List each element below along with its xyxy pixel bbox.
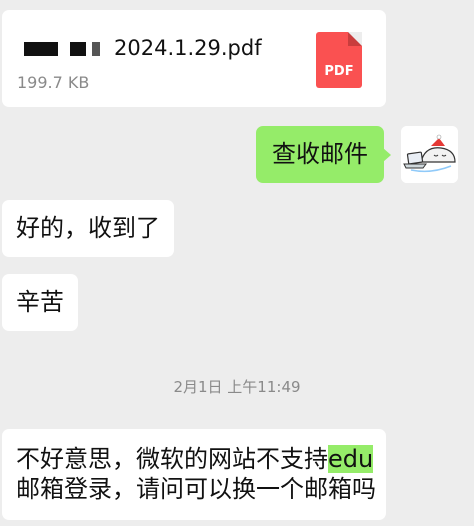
bubble-tail xyxy=(383,148,391,162)
redacted-file-name-mask xyxy=(24,42,120,56)
pdf-file-icon: PDF xyxy=(316,32,362,88)
incoming-message-bubble[interactable]: 辛苦 xyxy=(2,274,78,331)
incoming-message-text: 好的，收到了 xyxy=(16,214,160,242)
avatar[interactable] xyxy=(401,126,458,183)
incoming-message-line-1: 不好意思，微软的网站不支持edu xyxy=(16,444,374,474)
sleeping-seal-with-laptop-sticker-icon xyxy=(401,126,458,183)
outgoing-message-text: 查收邮件 xyxy=(272,140,368,168)
pdf-label: PDF xyxy=(324,64,354,79)
file-name: 2024.1.29.pdf xyxy=(114,36,262,60)
file-size: 199.7 KB xyxy=(17,73,90,92)
message-text-segment: 不好意思，微软的网站不支持 xyxy=(16,445,328,473)
incoming-message-bubble[interactable]: 好的，收到了 xyxy=(2,200,174,257)
outgoing-message-bubble[interactable]: 查收邮件 xyxy=(256,126,391,183)
highlighted-text: edu xyxy=(328,445,374,473)
incoming-message-bubble[interactable]: 不好意思，微软的网站不支持edu 邮箱登录，请问可以换一个邮箱吗 xyxy=(2,429,386,520)
file-message-card[interactable]: 2024.1.29.pdf 199.7 KB PDF xyxy=(2,10,386,107)
incoming-message-line-2: 邮箱登录，请问可以换一个邮箱吗 xyxy=(16,475,376,503)
message-timestamp: 2月1日 上午11:49 xyxy=(173,378,301,396)
incoming-message-text: 辛苦 xyxy=(16,288,64,316)
